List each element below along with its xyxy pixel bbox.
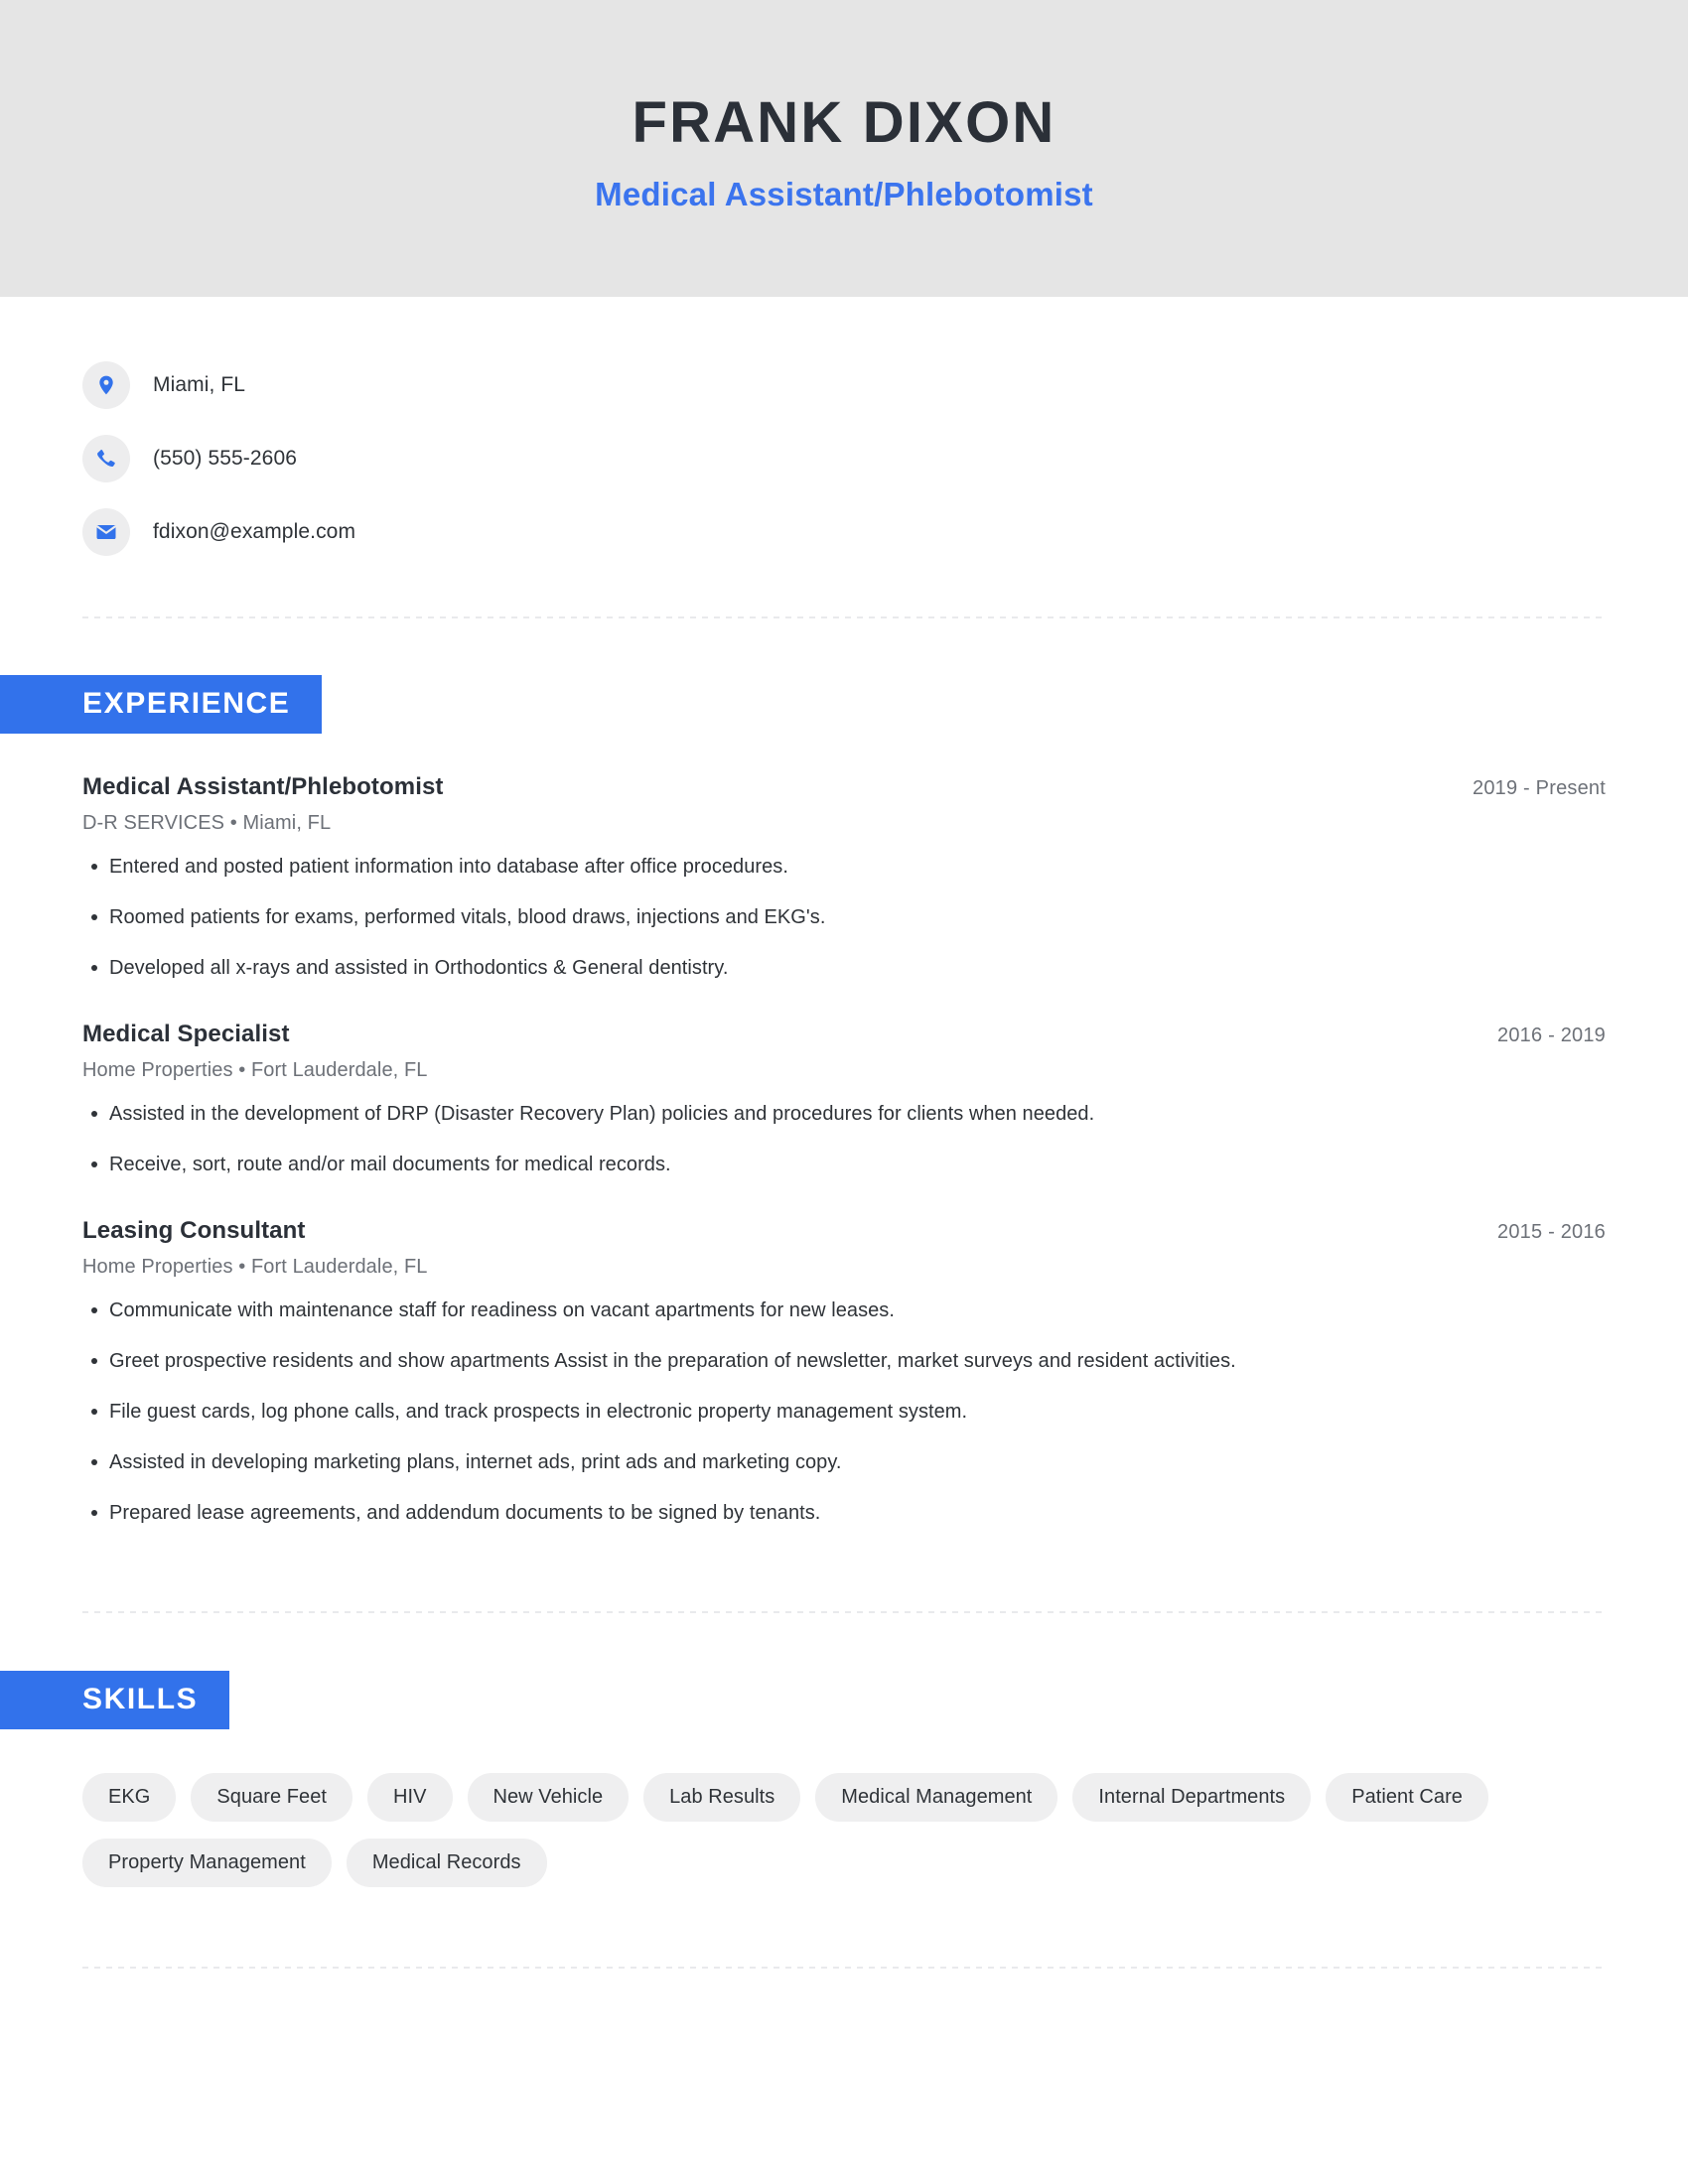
contact-email-text: fdixon@example.com	[153, 520, 356, 543]
experience-bullets: Entered and posted patient information i…	[82, 853, 1606, 983]
resume-header: FRANK DIXON Medical Assistant/Phlebotomi…	[0, 0, 1688, 297]
experience-bullet: Assisted in developing marketing plans, …	[82, 1448, 1606, 1477]
contact-row-email: fdixon@example.com	[82, 505, 1688, 559]
divider-after-experience	[82, 1611, 1606, 1613]
experience-list: Medical Assistant/Phlebotomist 2019 - Pr…	[0, 773, 1688, 1528]
email-icon	[82, 508, 130, 556]
skill-tag: Property Management	[82, 1839, 332, 1887]
divider-after-skills	[82, 1967, 1606, 1969]
experience-bullet: Roomed patients for exams, performed vit…	[82, 903, 1606, 932]
experience-role: Leasing Consultant	[82, 1217, 306, 1244]
section-heading-skills: SKILLS	[0, 1671, 230, 1729]
page-title: FRANK DIXON	[632, 89, 1056, 155]
skill-tag: New Vehicle	[467, 1773, 630, 1822]
experience-role: Medical Specialist	[82, 1021, 290, 1047]
experience-dates: 2015 - 2016	[1497, 1221, 1606, 1243]
skill-tag: Lab Results	[643, 1773, 801, 1822]
skill-tag: Medical Records	[346, 1839, 547, 1887]
experience-section: EXPERIENCE	[0, 675, 1688, 734]
experience-bullets: Assisted in the development of DRP (Disa…	[82, 1100, 1606, 1179]
experience-bullet: Greet prospective residents and show apa…	[82, 1347, 1606, 1376]
skills-list: EKG Square Feet HIV New Vehicle Lab Resu…	[0, 1773, 1606, 1887]
experience-bullet: Prepared lease agreements, and addendum …	[82, 1499, 1606, 1528]
experience-item: Medical Assistant/Phlebotomist 2019 - Pr…	[82, 773, 1606, 983]
skill-tag: Medical Management	[815, 1773, 1058, 1822]
skills-section: SKILLS	[0, 1671, 1688, 1729]
contact-block: Miami, FL (550) 555-2606 fdixon@example.…	[0, 297, 1688, 559]
experience-bullet: Receive, sort, route and/or mail documen…	[82, 1151, 1606, 1179]
skill-tag: HIV	[367, 1773, 453, 1822]
experience-item: Medical Specialist 2016 - 2019 Home Prop…	[82, 1021, 1606, 1179]
phone-icon	[82, 435, 130, 482]
skills-heading-label: SKILLS	[82, 1683, 199, 1715]
experience-item-head: Medical Assistant/Phlebotomist 2019 - Pr…	[82, 773, 1606, 801]
contact-row-phone: (550) 555-2606	[82, 432, 1688, 485]
contact-location-text: Miami, FL	[153, 373, 246, 396]
experience-company-location: D-R SERVICES • Miami, FL	[82, 812, 332, 834]
experience-bullet: Communicate with maintenance staff for r…	[82, 1297, 1606, 1325]
contact-row-location: Miami, FL	[82, 358, 1688, 412]
skill-tag: EKG	[82, 1773, 177, 1822]
experience-dates: 2019 - Present	[1473, 777, 1606, 799]
experience-bullet: Assisted in the development of DRP (Disa…	[82, 1100, 1606, 1129]
experience-dates: 2016 - 2019	[1497, 1024, 1606, 1046]
contact-phone-text: (550) 555-2606	[153, 447, 298, 470]
experience-role: Medical Assistant/Phlebotomist	[82, 773, 444, 800]
experience-item-head: Leasing Consultant 2015 - 2016	[82, 1217, 1606, 1245]
experience-bullet: Entered and posted patient information i…	[82, 853, 1606, 882]
resume-body: Miami, FL (550) 555-2606 fdixon@example.…	[0, 297, 1688, 1969]
experience-bullet: File guest cards, log phone calls, and t…	[82, 1398, 1606, 1427]
skill-tag: Square Feet	[191, 1773, 353, 1822]
experience-company-location: Home Properties • Fort Lauderdale, FL	[82, 1059, 428, 1081]
location-pin-icon	[82, 361, 130, 409]
header-subtitle: Medical Assistant/Phlebotomist	[595, 176, 1093, 213]
experience-item-head: Medical Specialist 2016 - 2019	[82, 1021, 1606, 1048]
experience-bullet: Developed all x-rays and assisted in Ort…	[82, 954, 1606, 983]
skill-tag: Internal Departments	[1072, 1773, 1312, 1822]
skill-tag: Patient Care	[1326, 1773, 1488, 1822]
experience-bullets: Communicate with maintenance staff for r…	[82, 1297, 1606, 1528]
experience-company-location: Home Properties • Fort Lauderdale, FL	[82, 1256, 428, 1278]
section-heading-experience: EXPERIENCE	[0, 675, 323, 734]
resume-page: FRANK DIXON Medical Assistant/Phlebotomi…	[0, 0, 1688, 2184]
experience-item: Leasing Consultant 2015 - 2016 Home Prop…	[82, 1217, 1606, 1528]
experience-heading-label: EXPERIENCE	[82, 687, 291, 720]
divider-after-contact	[82, 616, 1606, 618]
